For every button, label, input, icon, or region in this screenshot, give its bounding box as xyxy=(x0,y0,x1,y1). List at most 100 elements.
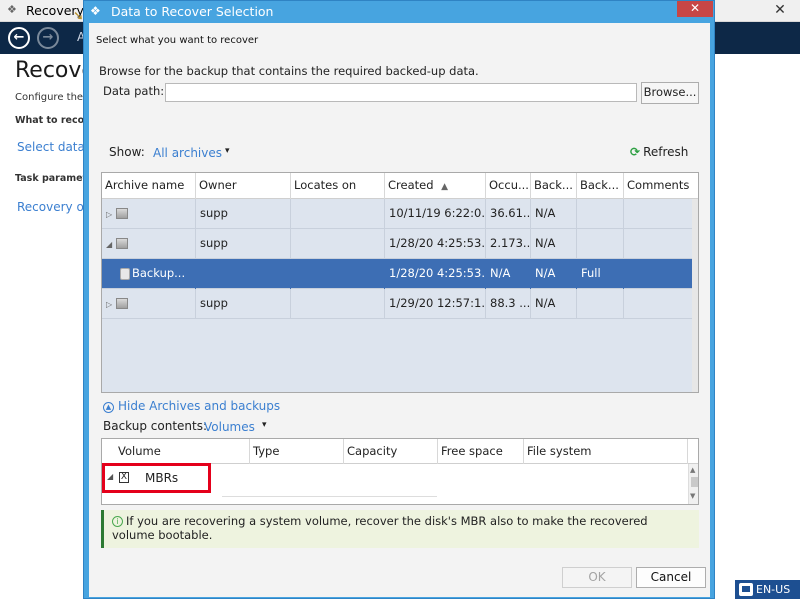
locates-on-cell xyxy=(291,199,385,229)
archive-name-cell: ◢ xyxy=(102,229,196,259)
show-filter-dropdown[interactable]: All archives xyxy=(153,146,222,160)
info-message: i If you are recovering a system volume, … xyxy=(101,510,699,548)
scrollbar-thumb[interactable] xyxy=(691,477,698,487)
archive-icon xyxy=(116,298,128,309)
expand-arrow-icon[interactable]: ▷ xyxy=(106,290,114,319)
hide-archives-link[interactable]: ▲ Hide Archives and backups xyxy=(103,399,280,413)
occupied-cell: N/A xyxy=(486,259,531,289)
archive-icon xyxy=(116,208,128,219)
highlight-annotation-box xyxy=(102,463,211,493)
archive-table: Archive name Owner Locates on Created ▲ … xyxy=(101,172,699,393)
column-header-archive-name[interactable]: Archive name xyxy=(102,173,196,199)
comments-cell xyxy=(624,259,698,289)
locates-on-cell xyxy=(291,289,385,319)
scroll-up-icon[interactable]: ▲ xyxy=(690,466,695,474)
keyboard-icon xyxy=(739,583,753,596)
scroll-down-icon[interactable]: ▼ xyxy=(690,492,695,500)
volume-table: Volume Type Capacity Free space File sys… xyxy=(101,438,699,505)
owner-cell xyxy=(196,259,291,289)
background-close-button[interactable]: ✕ xyxy=(760,0,800,20)
backup-contents-dropdown[interactable]: Volumes xyxy=(204,420,255,434)
column-header-capacity[interactable]: Capacity xyxy=(344,439,438,464)
archive-icon xyxy=(116,238,128,249)
backup-row-selected[interactable]: Backup... 1/28/20 4:25:53... N/A N/A Ful… xyxy=(102,259,698,289)
ok-button[interactable]: OK xyxy=(562,567,632,588)
column-header-comments[interactable]: Comments xyxy=(624,173,698,199)
row-divider xyxy=(222,496,437,497)
backup1-cell: N/A xyxy=(531,199,577,229)
collapse-arrow-icon[interactable]: ◢ xyxy=(106,230,114,259)
archive-row[interactable]: ▷ supp 1/29/20 12:57:1... 88.3 ... N/A xyxy=(102,289,698,319)
mouse-cursor-icon: ➘ xyxy=(73,9,84,24)
info-text: If you are recovering a system volume, r… xyxy=(112,514,648,542)
owner-cell: supp xyxy=(196,289,291,319)
dialog-title: Data to Recover Selection xyxy=(111,4,274,19)
recovery-options-link[interactable]: Recovery op xyxy=(17,200,91,214)
browse-hint-text: Browse for the backup that contains the … xyxy=(99,64,479,78)
show-label: Show: xyxy=(109,145,145,159)
column-header-locates-on[interactable]: Locates on xyxy=(291,173,385,199)
comments-cell xyxy=(624,199,698,229)
back-arrow-icon[interactable]: ← xyxy=(8,27,30,49)
column-header-type[interactable]: Type xyxy=(250,439,344,464)
occupied-cell: 36.61... xyxy=(486,199,531,229)
language-label: EN-US xyxy=(756,583,791,596)
archive-row[interactable]: ▷ supp 10/11/19 6:22:0... 36.61... N/A xyxy=(102,199,698,229)
backup2-cell xyxy=(577,229,624,259)
column-header-file-system[interactable]: File system xyxy=(524,439,688,464)
comments-cell xyxy=(624,289,698,319)
occupied-cell: 88.3 ... xyxy=(486,289,531,319)
refresh-label: Refresh xyxy=(643,145,689,159)
created-cell: 10/11/19 6:22:0... xyxy=(385,199,486,229)
forward-arrow-icon[interactable]: → xyxy=(37,27,59,49)
archive-table-scrollbar[interactable] xyxy=(692,199,698,392)
browse-button[interactable]: Browse... xyxy=(641,82,699,104)
backup-icon xyxy=(120,267,130,280)
column-header-backup-1[interactable]: Back... xyxy=(531,173,577,199)
volume-table-header: Volume Type Capacity Free space File sys… xyxy=(102,439,698,464)
column-header-volume[interactable]: Volume xyxy=(102,439,250,464)
data-to-recover-dialog: ❖ Data to Recover Selection ✕ Select wha… xyxy=(83,0,715,599)
dialog-app-icon: ❖ xyxy=(90,4,101,18)
sort-ascending-icon: ▲ xyxy=(441,182,449,192)
archive-table-header: Archive name Owner Locates on Created ▲ … xyxy=(102,173,698,199)
column-header-owner[interactable]: Owner xyxy=(196,173,291,199)
owner-cell: supp xyxy=(196,229,291,259)
backup1-cell: N/A xyxy=(531,229,577,259)
info-icon: i xyxy=(112,516,123,527)
volume-table-scrollbar[interactable]: ▲ ▼ xyxy=(688,464,698,504)
archive-row[interactable]: ◢ supp 1/28/20 4:25:53... 2.173... N/A xyxy=(102,229,698,259)
dialog-close-button[interactable]: ✕ xyxy=(677,1,713,17)
occupied-cell: 2.173... xyxy=(486,229,531,259)
cancel-button[interactable]: Cancel xyxy=(636,567,706,588)
backup-name-cell: Backup... xyxy=(102,259,196,289)
dropdown-caret-icon[interactable]: ▾ xyxy=(262,420,267,430)
backup2-cell xyxy=(577,289,624,319)
dialog-body: Select what you want to recover Browse f… xyxy=(89,23,710,597)
column-header-free-space[interactable]: Free space xyxy=(438,439,524,464)
collapse-up-icon: ▲ xyxy=(103,402,114,413)
column-header-occupied[interactable]: Occu... xyxy=(486,173,531,199)
created-cell: 1/29/20 12:57:1... xyxy=(385,289,486,319)
refresh-button[interactable]: ⟳ Refresh xyxy=(630,145,688,159)
owner-cell: supp xyxy=(196,199,291,229)
backup2-cell: Full xyxy=(577,259,624,289)
column-header-backup-2[interactable]: Back... xyxy=(577,173,624,199)
expand-arrow-icon[interactable]: ▷ xyxy=(106,200,114,229)
backup2-cell xyxy=(577,199,624,229)
created-header-label: Created xyxy=(388,178,434,192)
language-indicator[interactable]: EN-US xyxy=(735,580,800,599)
data-path-label: Data path: xyxy=(103,84,165,98)
created-cell: 1/28/20 4:25:53... xyxy=(385,229,486,259)
section-title: Select what you want to recover xyxy=(96,35,259,46)
column-header-created[interactable]: Created ▲ xyxy=(385,173,486,199)
locates-on-cell xyxy=(291,259,385,289)
archive-name-cell: ▷ xyxy=(102,289,196,319)
backup-contents-label: Backup contents: xyxy=(103,419,208,433)
backup1-cell: N/A xyxy=(531,259,577,289)
dropdown-caret-icon[interactable]: ▾ xyxy=(225,146,230,156)
data-path-input[interactable] xyxy=(165,83,637,102)
backup-name: Backup... xyxy=(132,266,186,280)
hide-archives-label: Hide Archives and backups xyxy=(118,399,281,413)
created-cell: 1/28/20 4:25:53... xyxy=(385,259,486,289)
